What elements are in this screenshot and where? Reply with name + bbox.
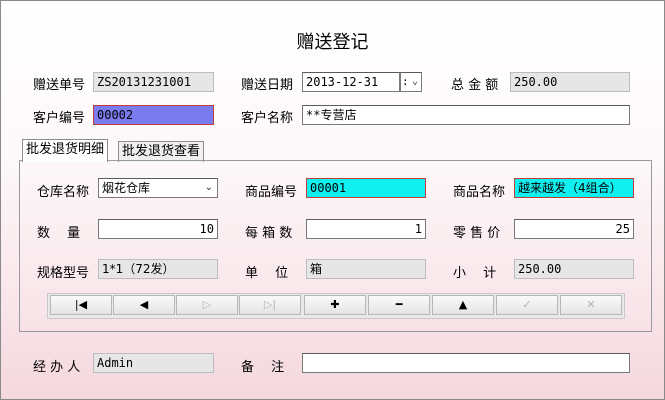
tab-return-detail[interactable]: 批发退货明细 bbox=[22, 139, 109, 162]
spec-field[interactable]: 1*1（72发） bbox=[98, 259, 218, 279]
gift-date-label: 赠送日期 bbox=[241, 78, 294, 93]
subtotal-field[interactable]: 250.00 bbox=[514, 259, 634, 279]
unit-label: 单 位 bbox=[245, 266, 289, 281]
remark-label: 备 注 bbox=[241, 360, 285, 375]
cancel-record-button[interactable]: ✕ bbox=[560, 295, 622, 315]
product-no-field[interactable]: 00001 bbox=[306, 178, 426, 198]
gift-no-label: 赠送单号 bbox=[33, 78, 86, 93]
customer-no-label: 客户编号 bbox=[33, 111, 86, 126]
customer-name-label: 客户名称 bbox=[241, 111, 294, 126]
remark-field[interactable] bbox=[302, 353, 630, 373]
warehouse-value: 烟花仓库 bbox=[102, 181, 151, 195]
delete-record-button[interactable]: ━ bbox=[368, 295, 430, 315]
tab-return-view[interactable]: 批发退货查看 bbox=[118, 141, 205, 162]
gift-no-field[interactable]: ZS20131231001 bbox=[93, 72, 214, 92]
last-record-button[interactable]: ▷| bbox=[239, 295, 301, 315]
first-record-button[interactable]: |◀ bbox=[50, 295, 112, 315]
prev-record-button[interactable]: ◀ bbox=[113, 295, 175, 315]
product-name-label: 商品名称 bbox=[453, 185, 506, 200]
per-box-field[interactable]: 1 bbox=[306, 219, 426, 239]
date-picker-button[interactable]: : ⌄ bbox=[400, 72, 422, 92]
retail-price-label: 零 售 价 bbox=[453, 226, 501, 241]
chevron-down-icon: ⌄ bbox=[204, 182, 213, 193]
customer-no-field[interactable]: 00002 bbox=[93, 105, 214, 125]
handler-field[interactable]: Admin bbox=[93, 353, 214, 373]
spec-label: 规格型号 bbox=[37, 266, 90, 281]
quantity-label: 数 量 bbox=[37, 226, 81, 241]
product-name-field[interactable]: 越来越发（4组合） bbox=[514, 178, 634, 198]
subtotal-label: 小 计 bbox=[453, 266, 497, 281]
total-amount-label: 总 金 额 bbox=[451, 78, 499, 93]
quantity-field[interactable]: 10 bbox=[98, 219, 218, 239]
edit-record-button[interactable]: ▲ bbox=[432, 295, 494, 315]
post-record-button[interactable]: ✓ bbox=[496, 295, 558, 315]
form-title: 赠送登记 bbox=[296, 32, 369, 53]
gift-date-field[interactable]: 2013-12-31 bbox=[302, 72, 400, 92]
warehouse-select[interactable]: 烟花仓库 ⌄ bbox=[98, 178, 218, 198]
add-record-button[interactable]: ✚ bbox=[304, 295, 366, 315]
record-navigator: |◀ ◀ ▷ ▷| ✚ ━ ▲ ✓ ✕ bbox=[47, 293, 625, 319]
warehouse-label: 仓库名称 bbox=[37, 185, 90, 200]
total-amount-field[interactable]: 250.00 bbox=[510, 72, 630, 92]
unit-field[interactable]: 箱 bbox=[306, 259, 426, 279]
product-no-label: 商品编号 bbox=[245, 185, 298, 200]
per-box-label: 每 箱 数 bbox=[245, 226, 293, 241]
next-record-button[interactable]: ▷ bbox=[176, 295, 238, 315]
customer-name-field[interactable]: **专营店 bbox=[302, 105, 630, 125]
gift-registration-window: 赠送登记 赠送单号 ZS20131231001 赠送日期 2013-12-31 … bbox=[0, 0, 665, 400]
retail-price-field[interactable]: 25 bbox=[514, 219, 634, 239]
chevron-down-icon: ⌄ bbox=[411, 76, 418, 87]
handler-label: 经 办 人 bbox=[33, 360, 81, 375]
